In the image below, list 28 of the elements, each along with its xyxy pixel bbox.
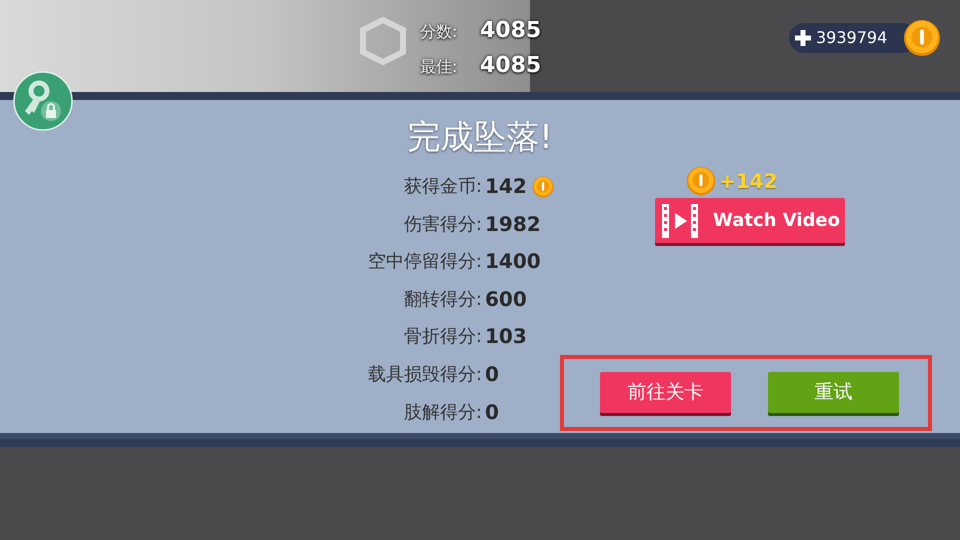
plus-icon[interactable] [794, 29, 812, 47]
stat-value: 0 [485, 360, 499, 388]
retry-button[interactable]: 重试 [768, 372, 899, 413]
stat-label: 骨折得分: [402, 325, 482, 350]
stat-value: 142 [485, 173, 527, 200]
coin-icon [686, 166, 716, 196]
stat-value: 1400 [485, 248, 541, 276]
stat-value: 1982 [485, 210, 541, 238]
level-select-button[interactable]: 前往关卡 [600, 372, 731, 413]
stat-label: 获得金币: [402, 175, 482, 199]
score-label: 最佳: [420, 56, 458, 78]
stat-value: 0 [485, 398, 499, 426]
stat-value: 600 [485, 286, 527, 313]
stat-label: 载具损毁得分: [366, 362, 482, 387]
result-title: 完成坠落! [406, 116, 554, 158]
watch-video-button[interactable]: Watch Video [655, 198, 845, 243]
stat-value: 103 [485, 323, 527, 350]
reward-amount: +142 [719, 168, 778, 195]
hexagon-icon [360, 17, 406, 65]
stat-label: 翻转得分: [402, 288, 482, 312]
stat-label: 伤害得分: [402, 212, 482, 237]
coin-icon [903, 19, 941, 57]
coin-icon [532, 176, 554, 198]
key-lock-icon[interactable] [13, 71, 73, 131]
score-label: 分数: [420, 21, 458, 43]
stat-label: 肢解得分: [402, 400, 482, 425]
stat-label: 空中停留得分: [366, 250, 482, 274]
coin-balance: 3939794 [816, 27, 888, 49]
